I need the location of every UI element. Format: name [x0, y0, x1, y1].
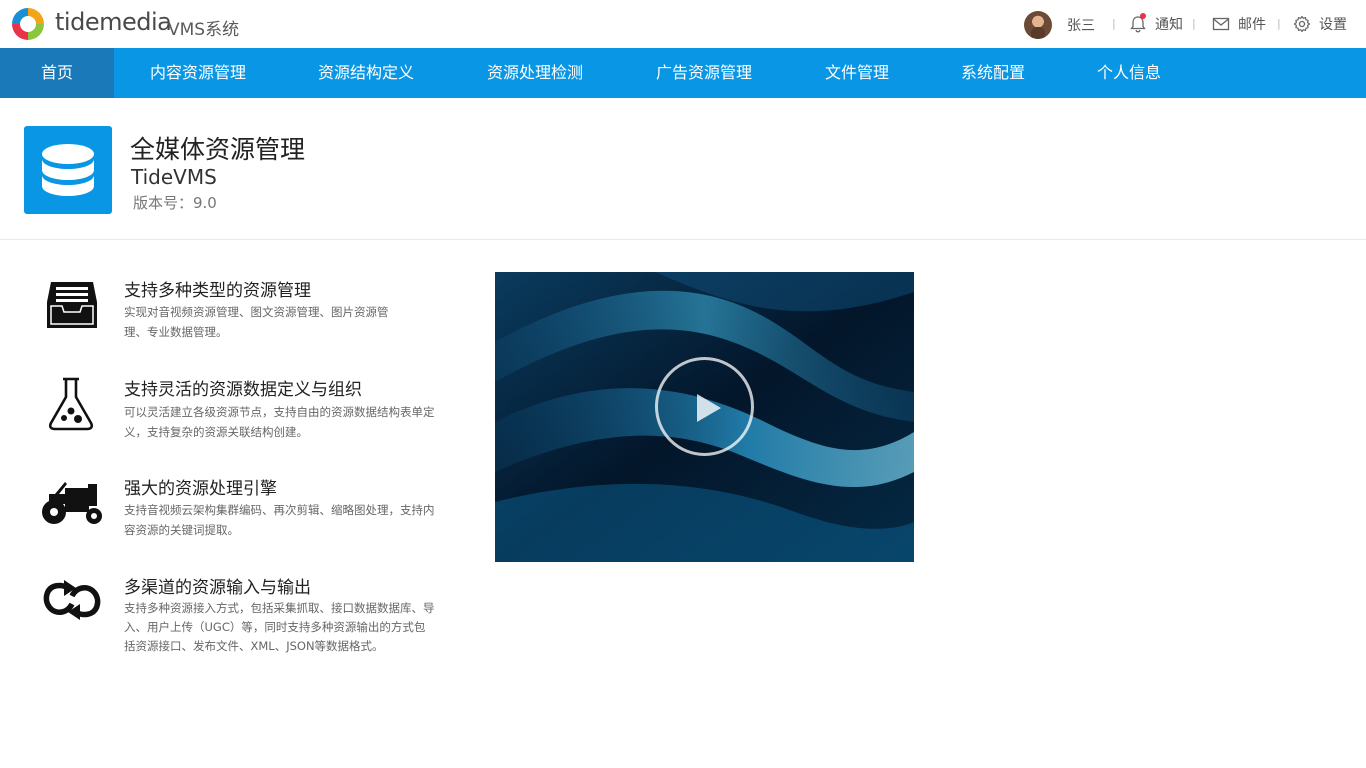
feature-description: 支持多种资源接入方式，包括采集抓取、接口数据数据库、导 入、用户上传（UGC）等…: [124, 599, 459, 656]
feature-description-line: 支持多种资源接入方式，包括采集抓取、接口数据数据库、导: [124, 601, 435, 615]
feature-description-line: 支持音视频云架构集群编码、再次剪辑、缩略图处理，支持内: [124, 503, 435, 517]
bell-icon: [1129, 13, 1147, 33]
feature-description-line: 括资源接口、发布文件、XML、JSON等数据格式。: [124, 639, 384, 653]
nav-item-home[interactable]: 首页: [0, 48, 114, 98]
play-button[interactable]: [655, 357, 754, 456]
nav-item-structure-definition[interactable]: 资源结构定义: [300, 48, 432, 98]
separator: |: [1192, 17, 1196, 30]
user-name[interactable]: 张三: [1067, 15, 1095, 35]
notify-button[interactable]: 通知: [1129, 13, 1183, 34]
separator: |: [1112, 17, 1116, 30]
main-nav: 首页 内容资源管理 资源结构定义 资源处理检测 广告资源管理 文件管理 系统配置…: [0, 48, 1366, 98]
feature-description-line: 入、用户上传（UGC）等，同时支持多种资源输出的方式包: [124, 620, 426, 634]
nav-item-system-config[interactable]: 系统配置: [942, 48, 1044, 98]
feature-description: 支持音视频云架构集群编码、再次剪辑、缩略图处理，支持内 容资源的关键词提取。: [124, 500, 459, 540]
refresh-arrows-icon: [43, 580, 101, 620]
feature-description-line: 实现对音视频资源管理、图文资源管理、图片资源管: [124, 305, 389, 319]
feature-description: 实现对音视频资源管理、图文资源管理、图片资源管 理、专业数据管理。: [124, 302, 454, 342]
brand-name: tidemedia: [55, 8, 172, 36]
feature-description-line: 可以灵活建立各级资源节点，支持自由的资源数据结构表单定: [124, 405, 435, 419]
feature-description: 可以灵活建立各级资源节点，支持自由的资源数据结构表单定 义，支持复杂的资源关联结…: [124, 402, 459, 442]
mail-icon: [1212, 17, 1230, 31]
settings-label: 设置: [1319, 17, 1347, 33]
feature-title: 支持多种类型的资源管理: [124, 281, 311, 301]
feature-title: 支持灵活的资源数据定义与组织: [124, 380, 362, 400]
mail-button[interactable]: 邮件: [1212, 14, 1266, 34]
avatar[interactable]: [1024, 11, 1052, 39]
gear-icon: [1293, 15, 1311, 33]
tidemedia-logo-icon[interactable]: [10, 6, 46, 42]
database-product-icon: [24, 126, 112, 214]
nav-item-content-resources[interactable]: 内容资源管理: [132, 48, 264, 98]
tractor-icon: [42, 482, 102, 524]
section-divider: [0, 239, 1366, 240]
settings-button[interactable]: 设置: [1293, 14, 1347, 34]
product-version: 版本号：9.0: [133, 194, 217, 212]
mail-label: 邮件: [1238, 17, 1266, 33]
nav-item-file-management[interactable]: 文件管理: [806, 48, 908, 98]
feature-description-line: 理、专业数据管理。: [124, 325, 228, 339]
notification-dot: [1140, 13, 1146, 19]
feature-description-line: 容资源的关键词提取。: [124, 523, 239, 537]
inbox-tray-icon: [47, 282, 97, 328]
feature-title: 多渠道的资源输入与输出: [124, 578, 311, 598]
feature-title: 强大的资源处理引擎: [124, 479, 277, 499]
top-bar: tidemedia VMS系统 张三 | 通知 | 邮件 | 设置: [0, 0, 1366, 48]
brand-subtitle: VMS系统: [168, 20, 240, 40]
product-name: TideVMS: [131, 165, 217, 189]
notify-label: 通知: [1155, 17, 1183, 33]
feature-description-line: 义，支持复杂的资源关联结构创建。: [124, 425, 308, 439]
nav-item-ad-resources[interactable]: 广告资源管理: [638, 48, 770, 98]
separator: |: [1277, 17, 1281, 30]
nav-item-personal-info[interactable]: 个人信息: [1078, 48, 1180, 98]
flask-icon: [48, 377, 94, 431]
product-title: 全媒体资源管理: [130, 135, 306, 164]
nav-item-processing-detection[interactable]: 资源处理检测: [469, 48, 601, 98]
